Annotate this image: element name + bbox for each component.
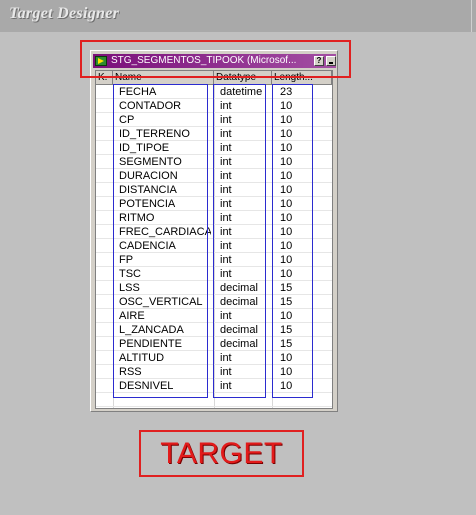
column-name-cell[interactable]: ALTITUD [119,351,211,365]
column-length-cell[interactable]: 10 [280,267,316,281]
grid-divider [214,85,215,408]
column-name-cell[interactable]: OSC_VERTICAL [119,295,211,309]
column-length-cell[interactable]: 10 [280,239,316,253]
column-datatype-cell[interactable]: int [220,141,272,155]
column-length-cell[interactable]: 10 [280,197,316,211]
column-datatype-cell[interactable]: int [220,211,272,225]
column-name-cell[interactable]: RITMO [119,211,211,225]
grid-divider [272,85,273,408]
column-datatype-cell[interactable]: int [220,155,272,169]
help-button[interactable]: ? [314,56,324,66]
table-window-title-bar[interactable]: STG_SEGMENTOS_TIPOOK (Microsof... ? [93,54,336,68]
column-datatype-cell[interactable]: int [220,267,272,281]
column-header-datatype[interactable]: Datatype [214,71,272,85]
column-datatype-cell[interactable]: int [220,127,272,141]
column-datatype-cell[interactable]: datetime [220,85,272,99]
column-name-cell[interactable]: CP [119,113,211,127]
column-length-cell[interactable]: 10 [280,211,316,225]
table-window-title: STG_SEGMENTOS_TIPOOK (Microsof... [111,55,297,66]
table-window[interactable]: STG_SEGMENTOS_TIPOOK (Microsof... ? K. N… [90,50,338,412]
column-name-cell[interactable]: TSC [119,267,211,281]
column-length-cell[interactable]: 15 [280,281,316,295]
columns-grid: K. Name Datatype Length... FECHA CONTADOR… [95,70,333,409]
column-name-cell[interactable]: DESNIVEL [119,379,211,393]
column-length-cell[interactable]: 10 [280,225,316,239]
column-datatype-cell[interactable]: int [220,99,272,113]
column-length-cell[interactable]: 10 [280,253,316,267]
column-datatype-cell[interactable]: int [220,169,272,183]
column-datatype-cell[interactable]: int [220,253,272,267]
column-length-cell[interactable]: 15 [280,323,316,337]
minimize-button[interactable] [326,56,336,66]
column-length-cell[interactable]: 10 [280,155,316,169]
column-datatype-cell[interactable]: int [220,365,272,379]
column-name-cell[interactable]: ID_TERRENO [119,127,211,141]
column-name-cell[interactable]: RSS [119,365,211,379]
grid-divider [113,85,114,408]
column-name-cell[interactable]: FECHA [119,85,211,99]
column-length-cell[interactable]: 10 [280,99,316,113]
column-header-length[interactable]: Length... [272,71,332,85]
workspace-title-strip: Target Designer [0,0,476,32]
column-name-cell[interactable]: DISTANCIA [119,183,211,197]
column-length-cell[interactable]: 15 [280,295,316,309]
column-length-cell[interactable]: 23 [280,85,316,99]
grid-row-line [96,406,332,407]
column-name-cell[interactable]: LSS [119,281,211,295]
column-datatype-cell[interactable]: int [220,113,272,127]
column-length-cell[interactable]: 10 [280,169,316,183]
title-divider [471,0,472,32]
column-datatype-cell[interactable]: int [220,379,272,393]
column-name-cell[interactable]: PENDIENTE [119,337,211,351]
column-datatype-cell[interactable]: int [220,351,272,365]
column-name-cell[interactable]: POTENCIA [119,197,211,211]
column-datatype-cell[interactable]: decimal [220,337,272,351]
column-name-cell[interactable]: CADENCIA [119,239,211,253]
target-table-icon [95,56,107,66]
column-name-cell[interactable]: L_ZANCADA [119,323,211,337]
column-datatype-cell[interactable]: decimal [220,295,272,309]
app-title: Target Designer [9,5,120,22]
column-name-cell[interactable]: ID_TIPOE [119,141,211,155]
column-length-cell[interactable]: 10 [280,141,316,155]
column-name-cell[interactable]: DURACION [119,169,211,183]
column-datatype-cell[interactable]: decimal [220,281,272,295]
column-header-key[interactable]: K. [96,71,113,85]
column-datatype-cell[interactable]: int [220,183,272,197]
column-length-cell[interactable]: 10 [280,351,316,365]
column-name-cell[interactable]: FREC_CARDIACA [119,225,211,239]
column-length-cell[interactable]: 10 [280,183,316,197]
column-datatype-cell[interactable]: int [220,239,272,253]
column-length-cell[interactable]: 10 [280,365,316,379]
column-length-cell[interactable]: 10 [280,113,316,127]
target-annotation-label: TARGET [139,430,304,477]
column-length-cell[interactable]: 10 [280,309,316,323]
column-datatype-cell[interactable]: int [220,225,272,239]
column-length-cell[interactable]: 15 [280,337,316,351]
column-name-cell[interactable]: AIRE [119,309,211,323]
column-datatype-cell[interactable]: int [220,197,272,211]
column-name-cell[interactable]: FP [119,253,211,267]
column-header-name[interactable]: Name [113,71,214,85]
column-name-cell[interactable]: CONTADOR [119,99,211,113]
column-length-cell[interactable]: 10 [280,379,316,393]
column-name-cell[interactable]: SEGMENTO [119,155,211,169]
column-datatype-cell[interactable]: decimal [220,323,272,337]
column-datatype-cell[interactable]: int [220,309,272,323]
column-length-cell[interactable]: 10 [280,127,316,141]
